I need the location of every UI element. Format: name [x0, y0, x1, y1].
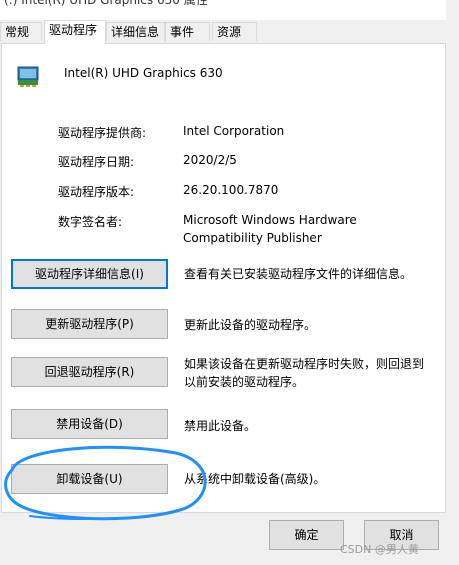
disable-device-desc: 禁用此设备。	[184, 419, 257, 433]
tab-strip: 常规 驱动程序 详细信息 事件 资源	[0, 20, 459, 44]
driver-details-desc: 查看有关已安装驱动程序文件的详细信息。	[184, 267, 413, 281]
update-driver-desc: 更新此设备的驱动程序。	[184, 318, 317, 332]
provider-value: Intel Corporation	[183, 124, 285, 138]
window-title: (:) Intel(R) UHD Graphics 630 属性	[4, 0, 208, 7]
window-edge	[446, 0, 459, 565]
driver-details-button[interactable]: 驱动程序详细信息(I)	[11, 259, 168, 289]
tab-details[interactable]: 详细信息	[106, 22, 165, 41]
display-adapter-icon	[17, 66, 39, 87]
rollback-driver-button[interactable]: 回退驱动程序(R)	[11, 357, 168, 387]
rollback-driver-desc-line1: 如果该设备在更新驱动程序时失败，则回退到	[184, 357, 425, 371]
uninstall-device-button[interactable]: 卸载设备(U)	[11, 464, 168, 494]
version-label: 驱动程序版本:	[58, 185, 135, 199]
tab-events[interactable]: 事件	[165, 22, 210, 41]
signer-label: 数字签名者:	[58, 215, 123, 229]
signer-value-line1: Microsoft Windows Hardware	[183, 213, 357, 227]
provider-label: 驱动程序提供商:	[58, 126, 147, 140]
signer-value-line2: Compatibility Publisher	[183, 231, 322, 245]
update-driver-button[interactable]: 更新驱动程序(P)	[11, 309, 168, 339]
date-label: 驱动程序日期:	[58, 155, 135, 169]
rollback-driver-desc-line2: 以前安装的驱动程序。	[184, 375, 305, 389]
tab-resources[interactable]: 资源	[212, 22, 257, 41]
tab-general[interactable]: 常规	[0, 22, 42, 41]
date-value: 2020/2/5	[183, 153, 237, 167]
watermark: CSDN @男人黄	[340, 543, 419, 556]
title-bar: (:) Intel(R) UHD Graphics 630 属性	[0, 0, 459, 20]
uninstall-device-desc: 从系统中卸载设备(高级)。	[184, 472, 326, 486]
ok-button[interactable]: 确定	[269, 520, 344, 550]
disable-device-button[interactable]: 禁用设备(D)	[11, 409, 168, 439]
tab-driver[interactable]: 驱动程序	[44, 20, 106, 44]
version-value: 26.20.100.7870	[183, 183, 279, 197]
device-name: Intel(R) UHD Graphics 630	[64, 66, 223, 80]
